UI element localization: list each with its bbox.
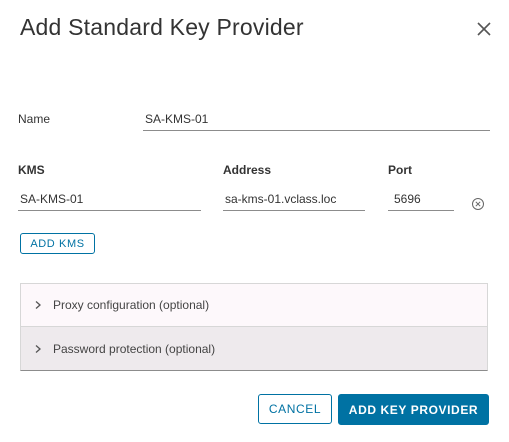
add-key-provider-button[interactable]: ADD KEY PROVIDER	[338, 394, 489, 425]
clear-circle-icon[interactable]	[471, 197, 485, 211]
add-kms-button[interactable]: ADD KMS	[20, 233, 95, 254]
name-input[interactable]	[143, 108, 490, 131]
proxy-configuration-label: Proxy configuration (optional)	[53, 298, 210, 312]
dialog-title: Add Standard Key Provider	[20, 14, 304, 40]
proxy-configuration-section[interactable]: Proxy configuration (optional)	[21, 284, 487, 327]
address-column-label: Address	[223, 163, 272, 177]
kms-port-input[interactable]	[388, 188, 454, 211]
kms-name-input[interactable]	[18, 188, 201, 211]
cancel-button[interactable]: CANCEL	[258, 394, 332, 424]
password-protection-label: Password protection (optional)	[53, 341, 216, 356]
password-protection-section[interactable]: Password protection (optional)	[21, 327, 487, 370]
port-column-label: Port	[388, 163, 412, 177]
kms-column-label: KMS	[18, 163, 45, 177]
chevron-right-icon	[35, 344, 41, 353]
kms-address-input[interactable]	[223, 188, 365, 211]
close-icon[interactable]	[475, 20, 493, 38]
options-accordion: Proxy configuration (optional) Password …	[20, 283, 488, 371]
chevron-right-icon	[35, 301, 41, 309]
name-label: Name	[18, 112, 51, 126]
